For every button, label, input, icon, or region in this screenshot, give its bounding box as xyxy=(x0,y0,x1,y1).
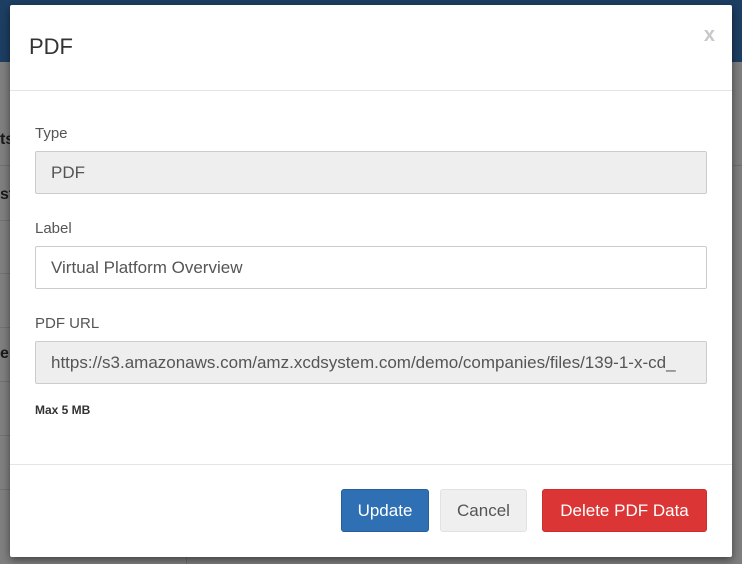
update-button[interactable]: Update xyxy=(341,489,429,532)
type-field[interactable] xyxy=(35,151,707,194)
close-button[interactable]: x xyxy=(704,25,715,45)
pdf-url-field[interactable] xyxy=(35,341,707,384)
background-divider xyxy=(733,165,742,166)
modal-header: PDF x xyxy=(10,5,732,91)
modal-body: Type Label PDF URL Max 5 MB xyxy=(10,91,732,464)
pdf-url-label: PDF URL xyxy=(35,315,100,332)
label-label: Label xyxy=(35,220,72,237)
modal-footer: Update Cancel Delete PDF Data xyxy=(10,464,732,557)
cancel-button[interactable]: Cancel xyxy=(440,489,527,532)
label-field[interactable] xyxy=(35,246,707,289)
type-label: Type xyxy=(35,125,68,142)
modal-title: PDF xyxy=(29,34,73,59)
pdf-modal: PDF x Type Label PDF URL Max 5 MB Update… xyxy=(10,5,732,557)
delete-pdf-button[interactable]: Delete PDF Data xyxy=(542,489,707,532)
max-size-help-text: Max 5 MB xyxy=(35,403,91,417)
background-text-fragment: e xyxy=(0,345,9,362)
